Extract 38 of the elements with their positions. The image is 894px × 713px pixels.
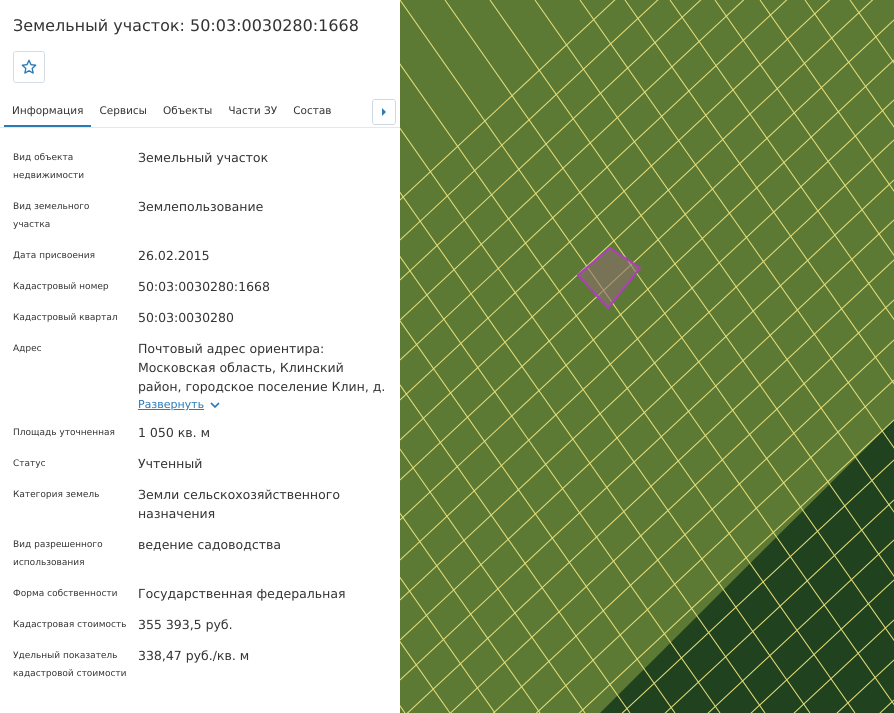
field-label: Адрес	[13, 343, 43, 356]
field-value: Государственная федеральная	[138, 585, 347, 603]
field-label: Кадастровый номер	[13, 281, 110, 294]
field-value: Земельный участок	[138, 149, 270, 167]
field-value: 26.02.2015	[138, 247, 211, 265]
tab[interactable]: Объекты	[154, 97, 220, 127]
field-label: Вид земельного участка	[13, 201, 90, 232]
star-icon	[21, 59, 37, 75]
field-value: Земли сельскохозяйственного назначения	[138, 486, 341, 523]
tab[interactable]: Сервисы	[91, 97, 155, 127]
field-label: Статус	[13, 458, 47, 471]
field-value: Учтенный	[138, 455, 204, 473]
tab[interactable]: Информация	[4, 97, 92, 127]
chevron-down-icon	[210, 402, 220, 408]
favorite-button[interactable]	[13, 51, 45, 83]
field-value: 1 050 кв. м	[138, 424, 212, 442]
field-value: 338,47 руб./кв. м	[138, 647, 250, 665]
field-label: Форма собственности	[13, 588, 118, 601]
field-label: Кадастровый квартал	[13, 312, 119, 325]
tab[interactable]: Части ЗУ	[220, 97, 286, 127]
tab[interactable]: Состав	[285, 97, 340, 127]
field-label: Удельный показатель кадастровой стоимости	[13, 650, 128, 681]
field-label: Дата присвоения	[13, 250, 96, 263]
field-value: 50:03:0030280:1668	[138, 278, 271, 296]
field-value: 355 393,5 руб.	[138, 616, 234, 634]
field-label: Вид разрешенного использования	[13, 539, 104, 570]
field-label: Вид объекта недвижимости	[13, 152, 86, 183]
field-label: Кадастровая стоимость	[13, 619, 128, 632]
field-value: Почтовый адрес ориентира: Московская область, Клинский район, городское поселение Клин, д.	[138, 340, 386, 396]
caret-right-icon	[381, 108, 387, 116]
field-label: Площадь уточненная	[13, 427, 116, 440]
expand-link[interactable]: Развернуть	[138, 398, 220, 411]
field-value: ведение садоводства	[138, 536, 282, 554]
field-value: 50:03:0030280	[138, 309, 235, 327]
field-value: Землепользование	[138, 198, 264, 216]
parcel-title: Земельный участок: 50:03:0030280:1668	[13, 16, 360, 35]
next-tab-button[interactable]	[372, 99, 396, 125]
field-label: Категория земель	[13, 489, 100, 502]
